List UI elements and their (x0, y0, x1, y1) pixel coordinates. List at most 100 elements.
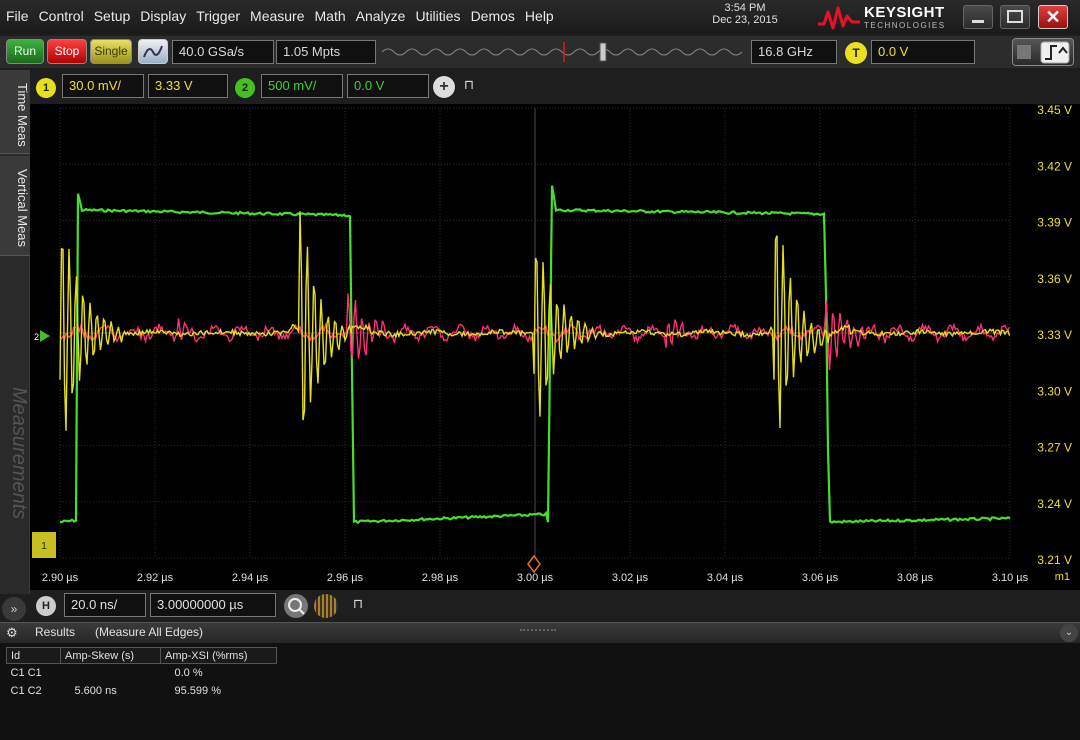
viewport-marker[interactable] (599, 42, 607, 62)
x-tick-label: 3.08 µs (897, 572, 934, 584)
menu-math[interactable]: Math (315, 8, 346, 24)
menu-measure[interactable]: Measure (250, 8, 304, 24)
channel-1-offset-field[interactable]: 3.33 V (148, 74, 228, 98)
gear-icon[interactable]: ⚙ (6, 625, 22, 641)
menu-setup[interactable]: Setup (94, 8, 131, 24)
menu-analyze[interactable]: Analyze (356, 8, 406, 24)
reference-icon[interactable] (314, 594, 338, 618)
column-header-id[interactable]: Id (6, 647, 61, 664)
maximize-icon (1007, 10, 1023, 23)
row-id: C1 C2 (10, 684, 42, 697)
results-subtitle: (Measure All Edges) (95, 625, 204, 639)
row-id: C1 C1 (10, 666, 42, 679)
y-tick-label: 3.24 V (1037, 497, 1072, 511)
minimize-button[interactable] (963, 5, 993, 29)
menu-trigger[interactable]: Trigger (196, 8, 240, 24)
expand-icon[interactable]: » (2, 597, 26, 621)
svg-text:2: 2 (34, 332, 39, 342)
timebase-field[interactable]: 20.0 ns/ (64, 593, 146, 617)
stop-button[interactable]: Stop (47, 39, 87, 64)
x-tick-label: 3.10 µs (992, 572, 1029, 584)
y-tick-label: 3.21 V (1037, 553, 1072, 567)
y-tick-label: 3.45 V (1037, 104, 1072, 117)
row-amp-skew: 5.600 ns (74, 684, 117, 697)
measurements-watermark: Measurements (8, 386, 30, 520)
waveform-display[interactable]: 3.45 V 3.42 V 3.39 V 3.36 V 3.33 V 3.30 V 3.27… (30, 104, 1080, 590)
menu-items: File Control Setup Display Trigger Measu… (6, 8, 554, 24)
add-channel-button[interactable]: + (433, 76, 455, 98)
channel-controls: 1 30.0 mV/ 3.33 V 2 500 mV/ 0.0 V + ⊓ (30, 70, 1080, 104)
close-button[interactable]: ✕ (1038, 5, 1068, 29)
zoom-icon[interactable] (284, 594, 308, 618)
trigger-level-marker[interactable]: 1 (32, 532, 56, 558)
x-tick-label: 3.06 µs (802, 572, 839, 584)
autoscale-button[interactable] (138, 39, 168, 64)
pin-icon[interactable]: ⊓ (459, 74, 479, 98)
results-title: Results (35, 625, 76, 639)
channel-ground-marker[interactable]: 2 (34, 330, 50, 342)
y-tick-label: 3.27 V (1037, 441, 1072, 455)
memory-depth-field[interactable]: 1.05 Mpts (276, 40, 376, 64)
tab-vertical-meas[interactable]: Vertical Meas (0, 156, 30, 256)
menu-display[interactable]: Display (140, 8, 186, 24)
channel-2-offset-field[interactable]: 0.0 V (347, 74, 429, 98)
clock: 3:54 PM Dec 23, 2015 (700, 2, 790, 26)
channel-2-scale-field[interactable]: 500 mV/ (261, 74, 343, 98)
svg-text:1: 1 (41, 541, 47, 552)
menu-utilities[interactable]: Utilities (415, 8, 460, 24)
column-header-amp-xsi[interactable]: Amp-XSI (%rms) (160, 647, 277, 664)
brand-subtitle: TECHNOLOGIES (864, 21, 946, 30)
measurement-table: Id Amp-Skew (s) Amp-XSI (%rms) C1 C1 0.0… (6, 647, 277, 700)
clock-date: Dec 23, 2015 (712, 14, 778, 26)
side-tabs: Time Meas Vertical Meas Measurements (0, 70, 30, 594)
channel-1-scale-field[interactable]: 30.0 mV/ (62, 74, 144, 98)
x-tick-label: 2.96 µs (327, 572, 364, 584)
bandwidth-field[interactable]: 16.8 GHz (751, 40, 837, 64)
horizontal-badge[interactable]: H (36, 596, 56, 616)
maximize-button[interactable] (1000, 5, 1030, 29)
horizontal-controls: H 20.0 ns/ 3.00000000 µs ⊓ (30, 590, 1080, 620)
autoscale-icon (143, 45, 163, 58)
trigger-level-field[interactable]: 0.0 V (871, 40, 975, 64)
minimize-icon (972, 20, 984, 23)
y-tick-label: 3.30 V (1037, 384, 1072, 398)
table-row[interactable]: C1 C2 5.600 ns 95.599 % (7, 682, 277, 700)
y-tick-label: 3.39 V (1037, 216, 1072, 230)
tab-time-meas[interactable]: Time Meas (0, 70, 30, 154)
y-axis-labels: 3.45 V 3.42 V 3.39 V 3.36 V 3.33 V 3.30 V 3.27… (1037, 104, 1072, 567)
x-tick-label: 3.02 µs (612, 572, 649, 584)
y-tick-label: 3.36 V (1037, 272, 1072, 286)
channel-1-badge[interactable]: 1 (36, 78, 56, 98)
waveform-graticule[interactable]: 3.45 V 3.42 V 3.39 V 3.36 V 3.33 V 3.30 V 3.27… (30, 104, 1080, 590)
menu-help[interactable]: Help (525, 8, 554, 24)
menu-bar: File Control Setup Display Trigger Measu… (0, 0, 1080, 34)
marker-m1-label: m1 (1055, 571, 1070, 583)
brand-logo: KEYSIGHT TECHNOLOGIES (818, 4, 958, 32)
table-row[interactable]: C1 C1 0.0 % (7, 664, 277, 682)
chevron-down-icon[interactable]: ⌄ (1060, 624, 1078, 642)
menu-file[interactable]: File (6, 8, 29, 24)
pin-icon[interactable]: ⊓ (348, 593, 368, 617)
x-axis-labels: 2.90 µs 2.92 µs 2.94 µs 2.96 µs 2.98 µs 3.00 … (42, 572, 1029, 584)
column-header-amp-skew[interactable]: Amp-Skew (s) (60, 647, 161, 664)
single-button[interactable]: Single (90, 39, 132, 64)
trigger-badge[interactable]: T (845, 42, 867, 64)
run-button[interactable]: Run (6, 39, 44, 64)
results-header: ⚙ Results (Measure All Edges) ⌄ (0, 623, 1080, 643)
acquisition-overview-strip[interactable] (382, 40, 750, 64)
oscilloscope-app: File Control Setup Display Trigger Measu… (0, 0, 1080, 740)
clock-time: 3:54 PM (724, 2, 766, 14)
x-tick-label: 2.90 µs (42, 572, 79, 584)
horizontal-position-field[interactable]: 3.00000000 µs (150, 593, 276, 617)
menu-demos[interactable]: Demos (471, 8, 515, 24)
panel-toggle-button[interactable] (1012, 38, 1074, 66)
y-tick-label: 3.33 V (1037, 328, 1072, 342)
menu-control[interactable]: Control (39, 8, 84, 24)
brand-name: KEYSIGHT (864, 4, 945, 21)
x-tick-label: 2.92 µs (137, 572, 174, 584)
resize-grip[interactable] (520, 629, 556, 633)
channel-2-badge[interactable]: 2 (235, 78, 255, 98)
sample-rate-field[interactable]: 40.0 GSa/s (172, 40, 274, 64)
y-tick-label: 3.42 V (1037, 159, 1072, 173)
trigger-edge-icon (1017, 41, 1070, 64)
